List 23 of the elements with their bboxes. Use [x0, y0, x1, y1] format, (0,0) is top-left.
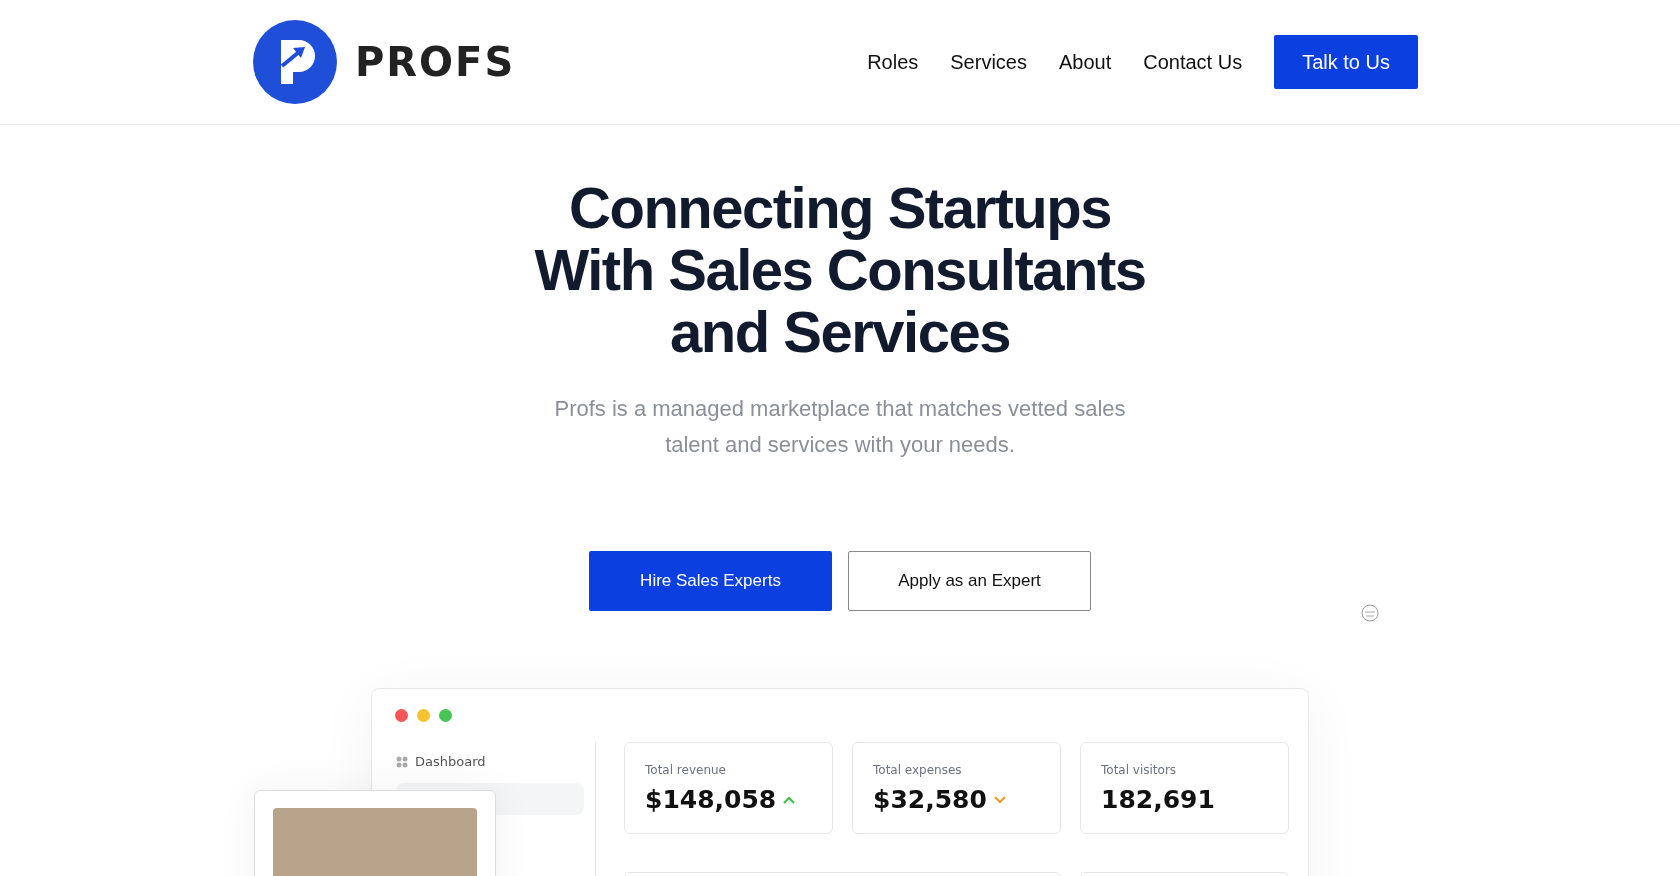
stat-label: Total expenses: [873, 763, 963, 777]
chat-icon[interactable]: [1361, 604, 1379, 622]
talk-button[interactable]: Talk to Us: [1274, 35, 1418, 89]
window-dot: [395, 709, 408, 722]
hero-title: Connecting Startups With Sales Consultants and Services: [534, 177, 1146, 363]
window-dot: [439, 709, 452, 722]
nav-link[interactable]: Roles: [867, 50, 919, 74]
hire-button[interactable]: Hire Sales Experts: [589, 551, 832, 611]
stat-label: Total visitors: [1101, 763, 1178, 777]
apply-button[interactable]: Apply as an Expert: [848, 551, 1091, 611]
logo-text: PROFS: [355, 39, 516, 85]
stat-value: 182,691: [1101, 785, 1215, 814]
nav-link[interactable]: Contact Us: [1143, 50, 1243, 74]
nav-link[interactable]: About: [1059, 50, 1112, 74]
hero-subtitle: Profs is a managed marketplace that matches vetted sales talent and services with your needs.: [553, 395, 1127, 459]
stat-label: Total revenue: [645, 763, 727, 777]
sidebar-item[interactable]: Dashboard: [415, 754, 486, 769]
grid-icon: [396, 755, 408, 768]
stat-value: $32,580: [873, 785, 987, 814]
stat-value: $148,058: [645, 785, 777, 814]
logo-icon[interactable]: [253, 20, 337, 104]
nav-link[interactable]: Services: [950, 50, 1027, 74]
window-dot: [417, 709, 430, 722]
